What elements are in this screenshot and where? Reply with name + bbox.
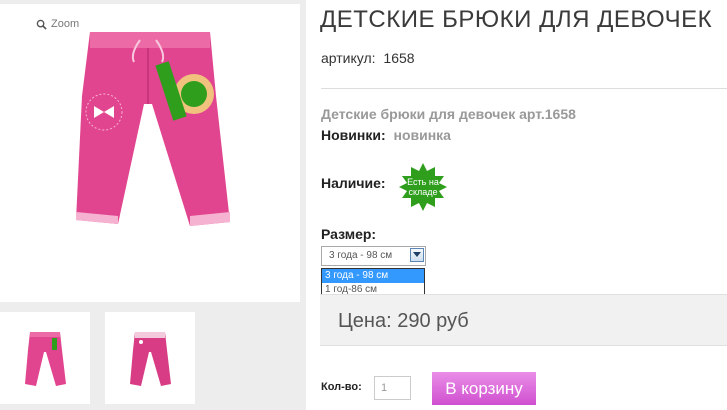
size-option[interactable]: 3 года - 98 см	[322, 269, 424, 283]
novelty-label: Новинки:	[321, 127, 386, 143]
divider	[321, 88, 727, 89]
stock-badge-text: Есть на складе	[407, 177, 439, 197]
price-box: Цена: 290 руб	[320, 294, 727, 346]
price: Цена: 290 руб	[338, 310, 469, 332]
product-subtitle: Детские брюки для девочек арт.1658	[321, 106, 576, 122]
sku: артикул: 1658	[321, 50, 415, 66]
add-to-cart-button[interactable]: В корзину	[432, 372, 536, 405]
dropdown-arrow-icon	[413, 252, 421, 257]
size-select[interactable]: 3 года - 98 см	[321, 246, 426, 266]
novelty-value: новинка	[393, 127, 451, 143]
size-label: Размер:	[321, 226, 377, 242]
novelty-row: Новинки: новинка	[321, 127, 451, 143]
availability-label: Наличие:	[321, 175, 386, 191]
thumbnail-1[interactable]	[0, 312, 90, 404]
stock-badge: Есть на складе	[398, 162, 448, 212]
pants-image	[76, 32, 230, 226]
dropdown-arrow-button[interactable]	[410, 248, 424, 262]
zoom-icon	[36, 19, 47, 30]
product-info-panel: ДЕТСКИЕ БРЮКИ ДЛЯ ДЕВОЧЕК артикул: 1658 …	[306, 0, 727, 410]
size-select-value: 3 года - 98 см	[329, 250, 393, 261]
product-main-image[interactable]: Zoom	[0, 4, 300, 302]
quantity-input[interactable]	[374, 376, 411, 400]
thumbnail-pants-back	[130, 332, 171, 386]
quantity-label: Кол-во:	[321, 381, 362, 393]
product-title: ДЕТСКИЕ БРЮКИ ДЛЯ ДЕВОЧЕК	[320, 6, 713, 33]
thumbnail-2[interactable]	[105, 312, 195, 404]
sku-label: артикул:	[321, 50, 376, 66]
thumbnail-pants-front	[25, 332, 66, 386]
sku-value: 1658	[383, 50, 415, 66]
